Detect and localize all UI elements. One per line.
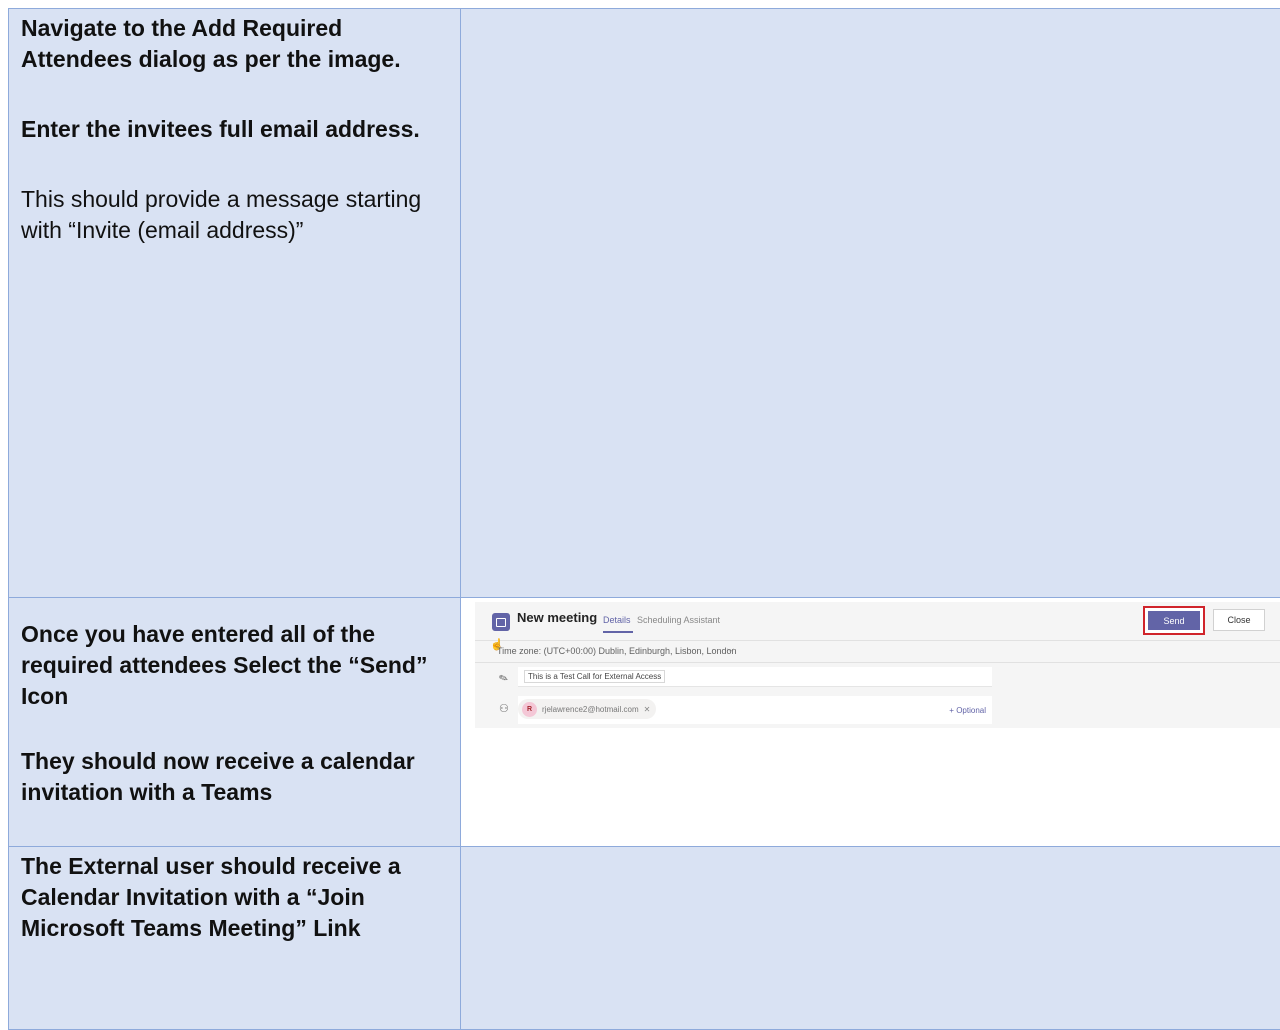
meeting-title-field[interactable]: This is a Test Call for External Access: [518, 667, 992, 687]
step-paragraph: This should provide a message starting w…: [21, 184, 448, 246]
optional-attendees-link[interactable]: + Optional: [949, 706, 986, 715]
tab-scheduling-assistant[interactable]: Scheduling Assistant: [637, 615, 720, 625]
image-cell: [461, 9, 1280, 598]
divider: [475, 640, 1280, 641]
attendee-email: rjelawrence2@hotmail.com: [542, 705, 639, 714]
step-paragraph: The External user should receive a Calen…: [21, 851, 448, 944]
active-tab-indicator: [603, 631, 633, 633]
timezone-selector[interactable]: Time zone: (UTC+00:00) Dublin, Edinburgh…: [497, 646, 737, 656]
avatar: R: [522, 702, 537, 717]
remove-icon[interactable]: ✕: [644, 705, 651, 714]
meeting-header: New meeting Details Scheduling Assistant…: [475, 602, 1280, 634]
step-cell: Once you have entered all of the require…: [9, 598, 461, 847]
table-row: The External user should receive a Calen…: [9, 847, 1280, 1030]
divider: [475, 662, 1280, 663]
image-cell: [461, 847, 1280, 1030]
step-paragraph: Once you have entered all of the require…: [21, 619, 448, 712]
chevron-down-icon[interactable]: ⌵: [727, 644, 734, 655]
close-button[interactable]: Close: [1213, 609, 1265, 631]
pencil-icon: ✎: [497, 671, 510, 686]
step-cell: The External user should receive a Calen…: [9, 847, 461, 1030]
instructions-table: Navigate to the Add Required Attendees d…: [8, 8, 1280, 1030]
teams-new-meeting-screenshot: New meeting Details Scheduling Assistant…: [475, 602, 1280, 728]
attendee-chip[interactable]: R rjelawrence2@hotmail.com ✕: [518, 699, 656, 719]
send-button[interactable]: Send: [1148, 611, 1200, 630]
table-row: Navigate to the Add Required Attendees d…: [9, 9, 1280, 598]
table-row: Once you have entered all of the require…: [9, 598, 1280, 847]
image-cell: New meeting Details Scheduling Assistant…: [461, 598, 1280, 847]
tab-details[interactable]: Details: [603, 615, 631, 625]
step-paragraph: They should now receive a calendar invit…: [21, 746, 448, 808]
calendar-icon: [492, 613, 510, 631]
add-people-icon: ⚇: [499, 702, 509, 715]
meeting-title-heading: New meeting: [517, 610, 597, 625]
step-paragraph: Navigate to the Add Required Attendees d…: [21, 13, 448, 75]
step-cell: Navigate to the Add Required Attendees d…: [9, 9, 461, 598]
step-paragraph: Enter the invitees full email address.: [21, 114, 448, 145]
required-attendees-field[interactable]: R rjelawrence2@hotmail.com ✕ + Optional: [518, 696, 992, 724]
meeting-title-value: This is a Test Call for External Access: [524, 670, 665, 683]
send-button-highlight: Send: [1143, 606, 1205, 635]
